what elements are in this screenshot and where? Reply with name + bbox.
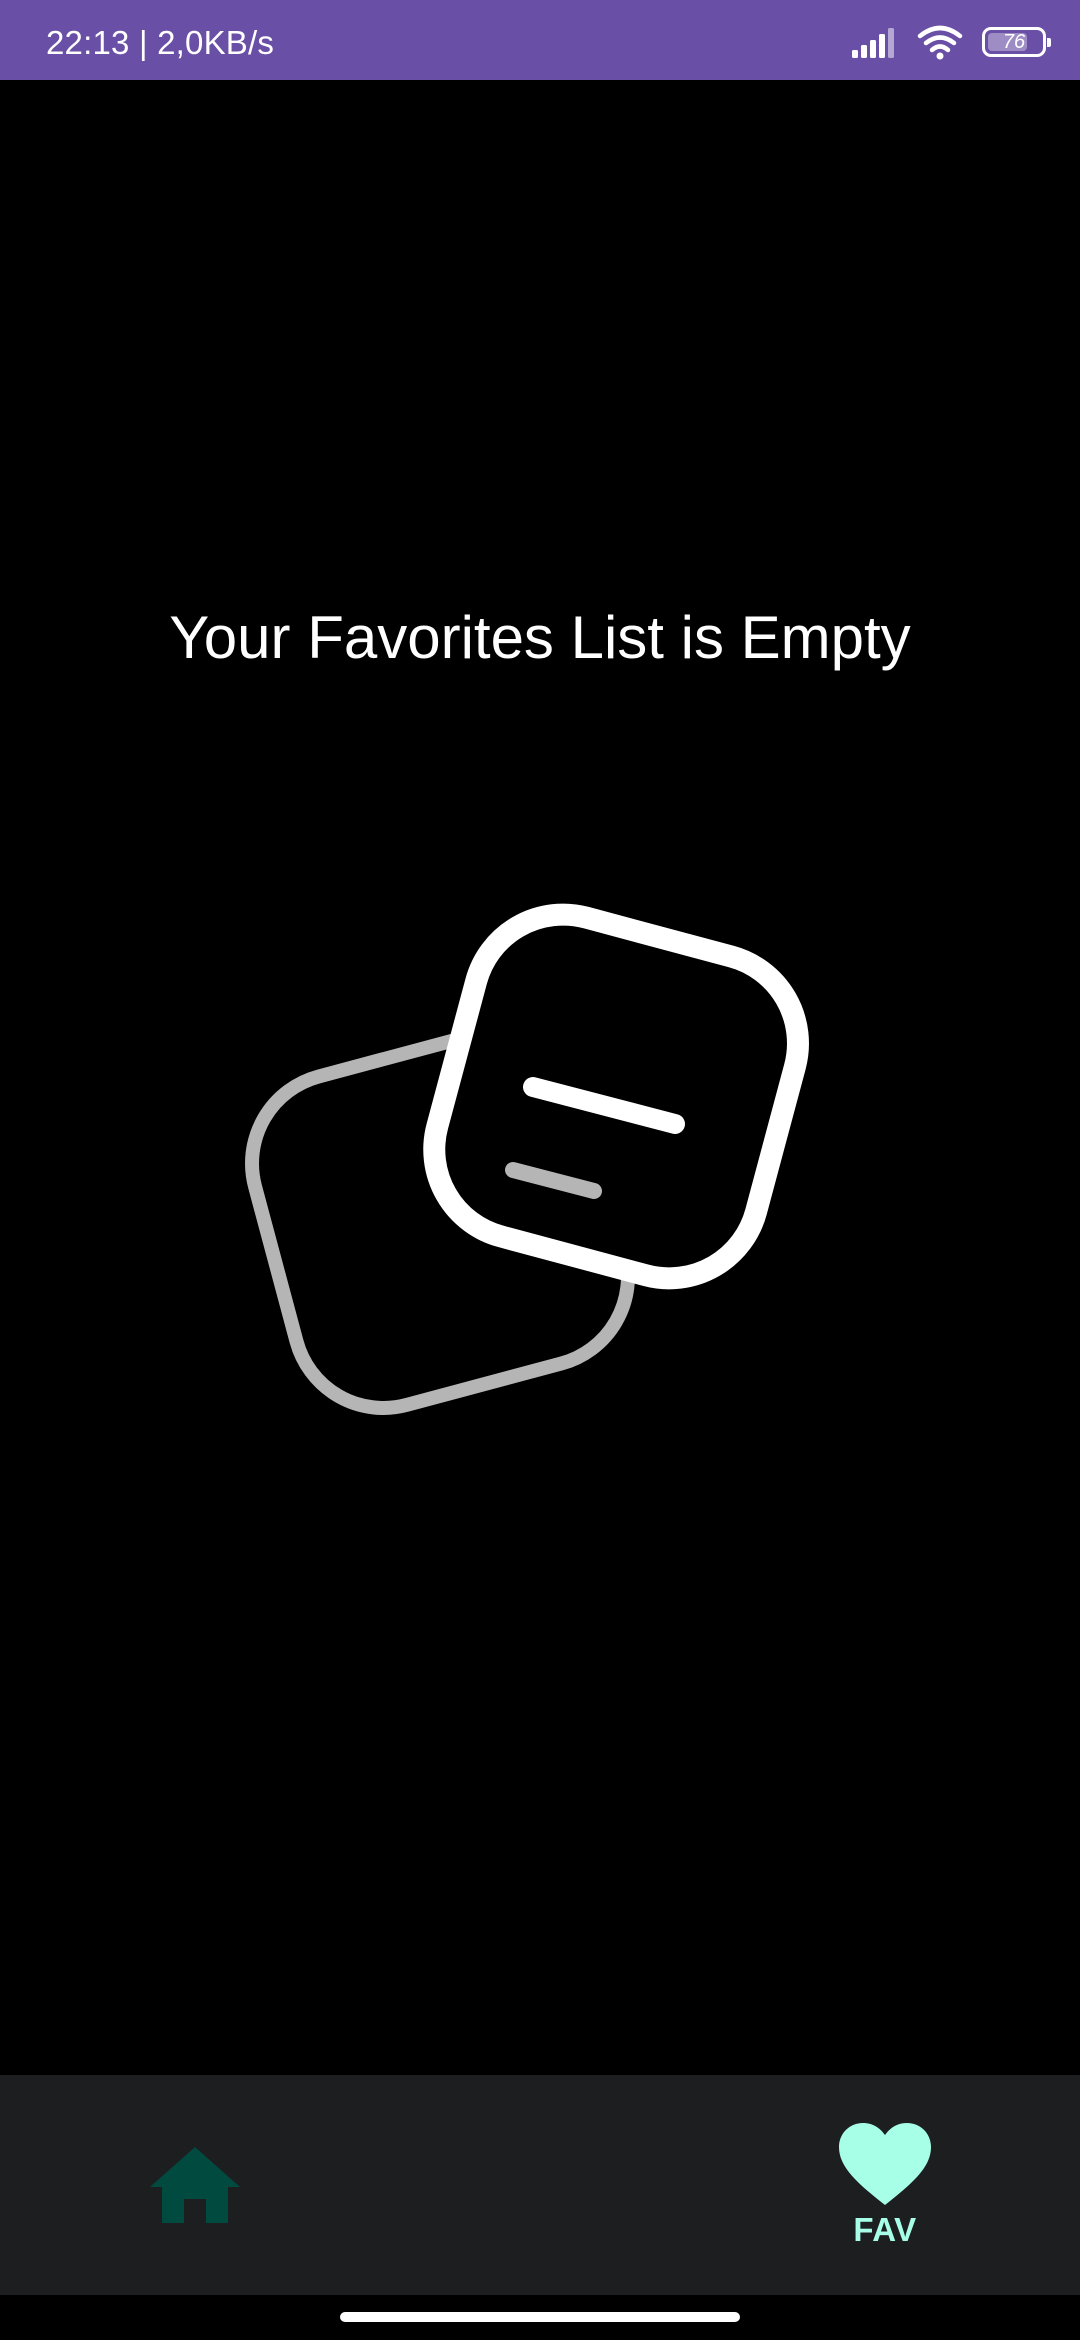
empty-cards-illustration	[245, 903, 809, 1415]
gesture-navigation-bar[interactable]	[340, 2312, 740, 2322]
front-card	[423, 903, 809, 1290]
wifi-icon	[917, 25, 963, 60]
bottom-navigation: FAV	[0, 2075, 1080, 2295]
nav-favorites-label: FAV	[853, 2211, 917, 2248]
nav-favorites-inner: FAV	[837, 2121, 933, 2249]
status-icons: 76	[852, 22, 1051, 62]
nav-favorites[interactable]: FAV	[540, 2075, 1080, 2295]
status-bar: 22:13 | 2,0KB/s 76	[0, 0, 1080, 80]
empty-state-title: Your Favorites List is Empty	[169, 604, 911, 671]
heart-icon	[839, 2123, 931, 2205]
status-time-speed: 22:13 | 2,0KB/s	[46, 24, 275, 61]
home-icon	[150, 2147, 240, 2223]
battery-icon: 76	[982, 27, 1051, 57]
nav-home[interactable]	[0, 2075, 540, 2295]
signal-icon	[852, 28, 894, 58]
favorites-screen: 22:13 | 2,0KB/s 76 Your Favorites List i…	[0, 0, 1080, 2340]
battery-level: 76	[1002, 31, 1026, 53]
